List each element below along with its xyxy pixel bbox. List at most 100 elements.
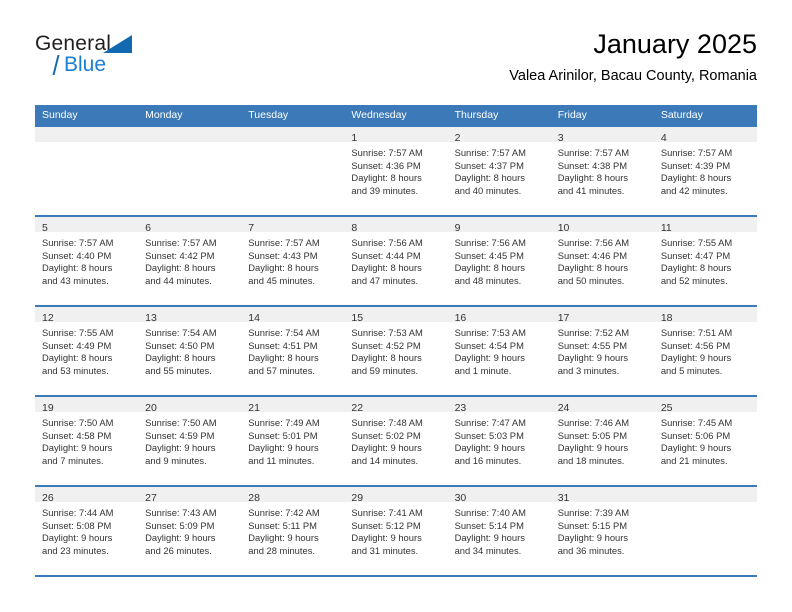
day-number: 23 — [454, 402, 467, 414]
calendar-day-cell[interactable]: 3 Sunrise: 7:57 AM Sunset: 4:38 PM Daylight… — [550, 127, 654, 215]
weekday-header-thursday: Thursday — [454, 109, 499, 121]
day-details: Sunrise: 7:57 AM Sunset: 4:43 PM Daylight:… — [241, 232, 344, 287]
sunrise-text: Sunrise: 7:50 AM — [42, 417, 114, 428]
sunrise-text: Sunrise: 7:48 AM — [351, 417, 423, 428]
calendar-day-cell[interactable]: 25 Sunrise: 7:45 AM Sunset: 5:06 PM Dayligh… — [653, 397, 757, 485]
general-blue-logo[interactable]: General Blue — [35, 32, 175, 82]
daylight-text-line2: and 59 minutes. — [351, 364, 419, 376]
calendar-week-row: 26 Sunrise: 7:44 AM Sunset: 5:08 PM Dayligh… — [35, 487, 757, 577]
day-number: 2 — [454, 132, 461, 144]
day-number-strip: 12 — [35, 307, 139, 324]
day-details: Sunrise: 7:50 AM Sunset: 4:59 PM Daylight:… — [138, 412, 241, 467]
daylight-text-line1: Daylight: 8 hours — [557, 172, 629, 184]
sunset-text: Sunset: 5:02 PM — [351, 429, 421, 441]
calendar-day-cell[interactable]: 23 Sunrise: 7:47 AM Sunset: 5:03 PM Dayligh… — [447, 397, 551, 485]
calendar-day-cell[interactable]: 6 Sunrise: 7:57 AM Sunset: 4:42 PM Daylight… — [138, 217, 242, 305]
calendar-day-cell-empty — [35, 127, 139, 215]
sunrise-text: Sunrise: 7:54 AM — [248, 327, 320, 338]
sunset-text: Sunset: 5:14 PM — [454, 519, 524, 531]
calendar-day-cell[interactable]: 14 Sunrise: 7:54 AM Sunset: 4:51 PM Dayligh… — [241, 307, 345, 395]
calendar-day-cell[interactable]: 1 Sunrise: 7:57 AM Sunset: 4:36 PM Daylight… — [344, 127, 448, 215]
calendar-day-cell[interactable]: 24 Sunrise: 7:46 AM Sunset: 5:05 PM Dayligh… — [550, 397, 654, 485]
day-number-strip: 18 — [653, 307, 757, 324]
weekday-header-tuesday: Tuesday — [248, 109, 289, 121]
sunrise-text: Sunrise: 7:47 AM — [454, 417, 526, 428]
weekday-header-sunday: Sunday — [42, 109, 78, 121]
calendar-week-row: 1 Sunrise: 7:57 AM Sunset: 4:36 PM Daylight… — [35, 127, 757, 217]
sunrise-text: Sunrise: 7:50 AM — [145, 417, 217, 428]
calendar-day-cell[interactable]: 26 Sunrise: 7:44 AM Sunset: 5:08 PM Dayligh… — [35, 487, 139, 575]
day-number-strip: 22 — [344, 397, 448, 414]
calendar-day-cell[interactable]: 22 Sunrise: 7:48 AM Sunset: 5:02 PM Dayligh… — [344, 397, 448, 485]
day-number: 10 — [557, 222, 570, 234]
sunset-text: Sunset: 4:43 PM — [248, 249, 318, 261]
calendar-day-cell[interactable]: 17 Sunrise: 7:52 AM Sunset: 4:55 PM Dayligh… — [550, 307, 654, 395]
daylight-text-line2: and 48 minutes. — [454, 274, 522, 286]
calendar-week-row: 5 Sunrise: 7:57 AM Sunset: 4:40 PM Daylight… — [35, 217, 757, 307]
calendar-day-cell[interactable]: 10 Sunrise: 7:56 AM Sunset: 4:46 PM Dayligh… — [550, 217, 654, 305]
day-number: 11 — [660, 222, 672, 234]
sunrise-text: Sunrise: 7:43 AM — [145, 507, 217, 518]
calendar-day-cell[interactable]: 7 Sunrise: 7:57 AM Sunset: 4:43 PM Daylight… — [241, 217, 345, 305]
calendar-page: General Blue January 2025 Valea Arinilor… — [0, 0, 792, 612]
day-details: Sunrise: 7:57 AM Sunset: 4:40 PM Daylight:… — [35, 232, 138, 287]
sunset-text: Sunset: 5:01 PM — [248, 429, 318, 441]
daylight-text-line2: and 41 minutes. — [557, 184, 625, 196]
day-number-strip: 30 — [447, 487, 551, 504]
daylight-text-line2: and 40 minutes. — [454, 184, 522, 196]
calendar-day-cell[interactable]: 21 Sunrise: 7:49 AM Sunset: 5:01 PM Dayligh… — [241, 397, 345, 485]
sunrise-text: Sunrise: 7:57 AM — [557, 147, 630, 158]
calendar-day-cell[interactable]: 11 Sunrise: 7:55 AM Sunset: 4:47 PM Dayligh… — [653, 217, 757, 305]
calendar-day-cell[interactable]: 30 Sunrise: 7:40 AM Sunset: 5:14 PM Dayligh… — [447, 487, 551, 575]
calendar-day-cell[interactable]: 9 Sunrise: 7:56 AM Sunset: 4:45 PM Daylight… — [447, 217, 551, 305]
sunset-text: Sunset: 4:58 PM — [42, 429, 112, 441]
calendar-day-cell[interactable]: 16 Sunrise: 7:53 AM Sunset: 4:54 PM Dayligh… — [447, 307, 551, 395]
calendar-day-cell[interactable]: 28 Sunrise: 7:42 AM Sunset: 5:11 PM Dayligh… — [241, 487, 345, 575]
sunrise-text: Sunrise: 7:57 AM — [454, 147, 526, 158]
day-number: 13 — [145, 312, 157, 324]
daylight-text-line2: and 44 minutes. — [145, 274, 212, 286]
day-details: Sunrise: 7:40 AM Sunset: 5:14 PM Daylight:… — [448, 502, 551, 557]
day-details: Sunrise: 7:48 AM Sunset: 5:02 PM Daylight:… — [344, 412, 447, 467]
calendar-day-cell[interactable]: 8 Sunrise: 7:56 AM Sunset: 4:44 PM Daylight… — [344, 217, 448, 305]
daylight-text-line1: Daylight: 9 hours — [454, 532, 525, 544]
calendar-day-cell[interactable]: 18 Sunrise: 7:51 AM Sunset: 4:56 PM Dayligh… — [653, 307, 757, 395]
daylight-text-line1: Daylight: 8 hours — [42, 352, 113, 364]
day-number: 3 — [557, 132, 564, 144]
day-details: Sunrise: 7:56 AM Sunset: 4:45 PM Daylight:… — [448, 232, 551, 287]
daylight-text-line1: Daylight: 9 hours — [248, 532, 319, 544]
daylight-text-line1: Daylight: 8 hours — [351, 172, 422, 184]
calendar-day-cell[interactable]: 5 Sunrise: 7:57 AM Sunset: 4:40 PM Daylight… — [35, 217, 139, 305]
daylight-text-line1: Daylight: 9 hours — [454, 442, 525, 454]
day-number: 6 — [145, 222, 151, 234]
daylight-text-line2: and 36 minutes. — [557, 544, 625, 556]
daylight-text-line1: Daylight: 9 hours — [454, 352, 525, 364]
calendar-day-cell[interactable]: 2 Sunrise: 7:57 AM Sunset: 4:37 PM Daylight… — [447, 127, 551, 215]
day-details: Sunrise: 7:57 AM Sunset: 4:36 PM Daylight:… — [344, 142, 447, 197]
sunrise-text: Sunrise: 7:40 AM — [454, 507, 526, 518]
calendar-day-cell[interactable]: 29 Sunrise: 7:41 AM Sunset: 5:12 PM Dayligh… — [344, 487, 448, 575]
sunrise-text: Sunrise: 7:51 AM — [660, 327, 733, 338]
calendar-day-cell[interactable]: 4 Sunrise: 7:57 AM Sunset: 4:39 PM Daylight… — [653, 127, 757, 215]
daylight-text-line1: Daylight: 9 hours — [557, 352, 629, 364]
day-details: Sunrise: 7:56 AM Sunset: 4:44 PM Daylight:… — [344, 232, 447, 287]
day-number-strip: 31 — [550, 487, 654, 504]
calendar-day-cell[interactable]: 31 Sunrise: 7:39 AM Sunset: 5:15 PM Dayligh… — [550, 487, 654, 575]
calendar-day-cell[interactable]: 15 Sunrise: 7:53 AM Sunset: 4:52 PM Dayligh… — [344, 307, 448, 395]
day-details: Sunrise: 7:54 AM Sunset: 4:51 PM Daylight:… — [241, 322, 344, 377]
day-number: 19 — [42, 402, 54, 414]
day-number: 30 — [454, 492, 467, 504]
daylight-text-line1: Daylight: 9 hours — [557, 442, 629, 454]
calendar-day-cell[interactable]: 12 Sunrise: 7:55 AM Sunset: 4:49 PM Dayligh… — [35, 307, 139, 395]
sunrise-text: Sunrise: 7:53 AM — [351, 327, 423, 338]
weekday-header-row: Sunday Monday Tuesday Wednesday Thursday… — [35, 105, 757, 127]
sunrise-text: Sunrise: 7:57 AM — [660, 147, 733, 158]
day-details: Sunrise: 7:57 AM Sunset: 4:39 PM Daylight:… — [654, 142, 757, 197]
daylight-text-line2: and 28 minutes. — [248, 544, 315, 556]
calendar-day-cell[interactable]: 20 Sunrise: 7:50 AM Sunset: 4:59 PM Dayligh… — [138, 397, 242, 485]
day-details: Sunrise: 7:57 AM Sunset: 4:38 PM Daylight:… — [551, 142, 654, 197]
calendar-day-cell[interactable]: 13 Sunrise: 7:54 AM Sunset: 4:50 PM Dayligh… — [138, 307, 242, 395]
calendar-day-cell[interactable]: 27 Sunrise: 7:43 AM Sunset: 5:09 PM Dayligh… — [138, 487, 242, 575]
day-number-strip — [35, 127, 139, 142]
calendar-day-cell[interactable]: 19 Sunrise: 7:50 AM Sunset: 4:58 PM Dayligh… — [35, 397, 139, 485]
